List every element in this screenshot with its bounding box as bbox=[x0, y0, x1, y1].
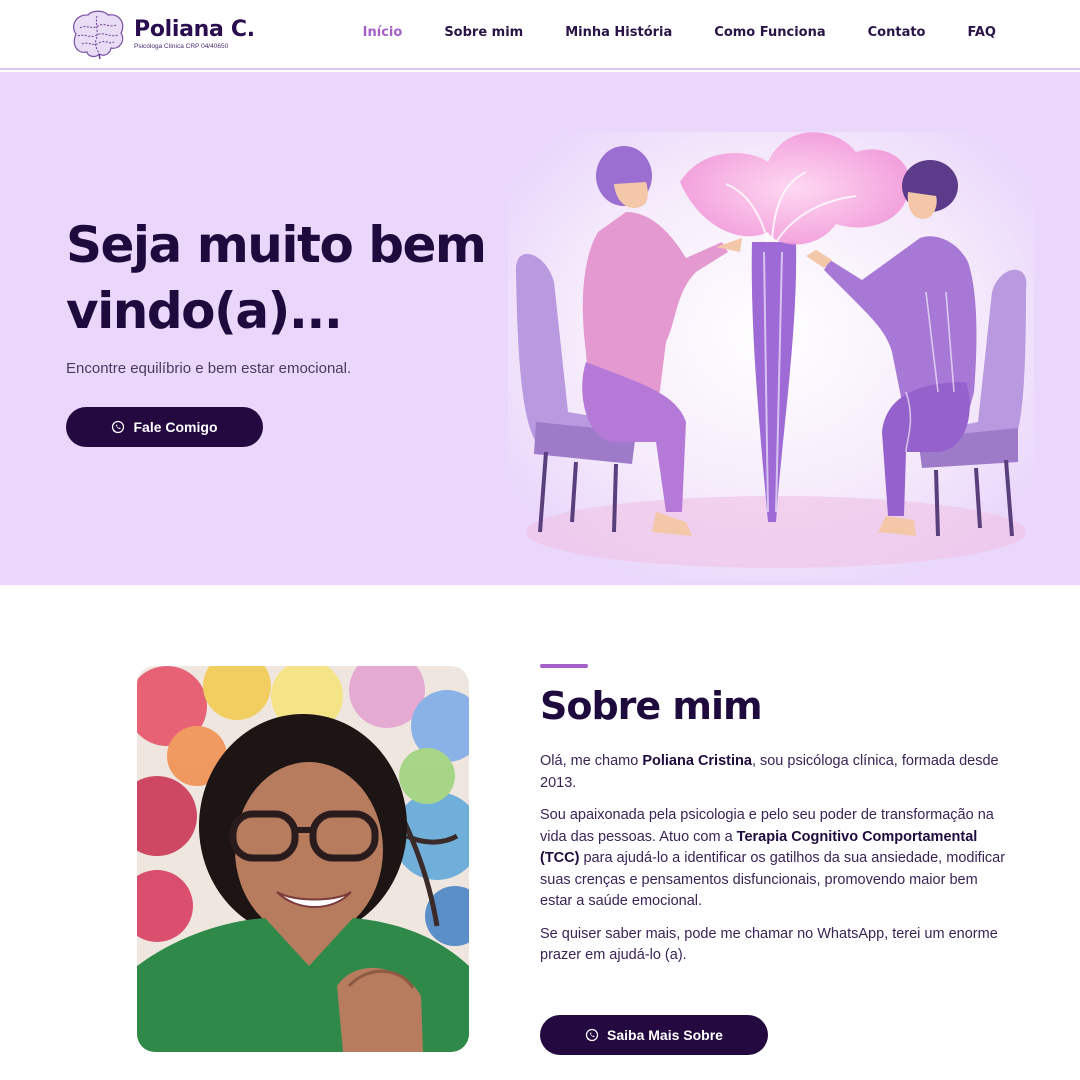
logo[interactable]: Poliana C. Psicóloga Clínica CRP 04/4065… bbox=[66, 8, 255, 60]
section-accent-bar bbox=[540, 664, 588, 668]
hero-title: Seja muito bem vindo(a)... bbox=[66, 216, 487, 340]
site-header: Poliana C. Psicóloga Clínica CRP 04/4065… bbox=[0, 0, 1080, 70]
nav-item-como-funciona[interactable]: Como Funciona bbox=[714, 25, 825, 40]
brand-subtitle: Psicóloga Clínica CRP 04/40650 bbox=[134, 43, 229, 50]
nav-item-inicio[interactable]: Início bbox=[363, 25, 403, 40]
nav-item-contato[interactable]: Contato bbox=[868, 25, 926, 40]
nav-item-minha-historia[interactable]: Minha História bbox=[565, 25, 672, 40]
two-people-seated-conversation-illustration bbox=[508, 132, 1034, 582]
fale-comigo-label: Fale Comigo bbox=[133, 419, 218, 435]
about-paragraph-2: Sou apaixonada pela psicologia e pelo se… bbox=[540, 807, 1006, 909]
nav-item-sobre-mim[interactable]: Sobre mim bbox=[444, 25, 523, 40]
nav-item-faq[interactable]: FAQ bbox=[967, 25, 996, 40]
whatsapp-icon bbox=[585, 1028, 599, 1042]
saiba-mais-label: Saiba Mais Sobre bbox=[607, 1027, 723, 1043]
whatsapp-icon bbox=[112, 420, 125, 434]
about-text: Olá, me chamo Poliana Cristina, sou psic… bbox=[540, 751, 1010, 978]
brain-icon bbox=[73, 10, 124, 60]
fale-comigo-button[interactable]: Fale Comigo bbox=[66, 407, 263, 447]
about-paragraph-1: Olá, me chamo Poliana Cristina, sou psic… bbox=[540, 753, 999, 791]
brand-name: Poliana C. bbox=[134, 17, 255, 42]
about-paragraph-3: Se quiser saber mais, pode me chamar no … bbox=[540, 925, 998, 964]
main-nav: Início Sobre mim Minha História Como Fun… bbox=[321, 25, 996, 40]
about-title: Sobre mim bbox=[540, 684, 763, 728]
saiba-mais-button[interactable]: Saiba Mais Sobre bbox=[540, 1015, 768, 1055]
hero-subtitle: Encontre equilíbrio e bem estar emociona… bbox=[66, 360, 352, 377]
hero-section: Seja muito bem vindo(a)... Encontre equi… bbox=[0, 72, 1080, 585]
profile-photo bbox=[137, 666, 469, 1052]
